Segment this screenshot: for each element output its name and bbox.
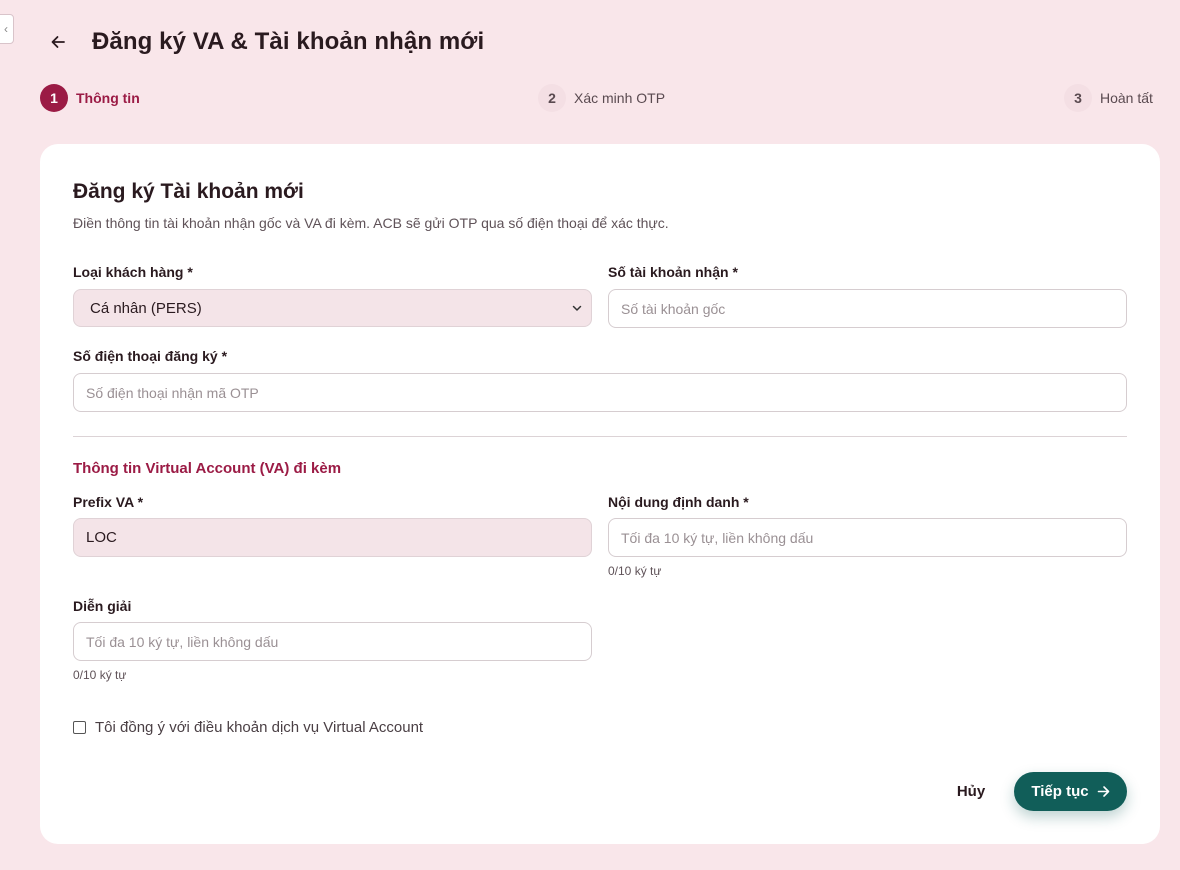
step-label: Hoàn tất bbox=[1100, 90, 1153, 106]
card-description: Điền thông tin tài khoản nhận gốc và VA … bbox=[73, 215, 669, 231]
step-info: 1 Thông tin bbox=[40, 84, 140, 112]
card-title: Đăng ký Tài khoản mới bbox=[73, 180, 304, 203]
section-divider bbox=[73, 436, 1127, 437]
phone-label: Số điện thoại đăng ký * bbox=[73, 348, 228, 364]
continue-label: Tiếp tục bbox=[1031, 783, 1089, 800]
page-header: Đăng ký VA & Tài khoản nhận mới bbox=[44, 24, 484, 60]
back-button[interactable] bbox=[44, 24, 72, 60]
terms-agreement: Tôi đồng ý với điều khoản dịch vụ Virtua… bbox=[73, 719, 423, 736]
terms-checkbox[interactable] bbox=[73, 721, 86, 734]
customer-type-label: Loại khách hàng * bbox=[73, 264, 193, 280]
chevron-left-icon: ‹ bbox=[4, 22, 8, 36]
customer-type-value: Cá nhân (PERS) bbox=[90, 299, 202, 317]
identifier-label: Nội dung định danh * bbox=[608, 494, 749, 510]
step-label: Thông tin bbox=[76, 90, 140, 106]
prefix-va-value: LOC bbox=[86, 529, 117, 546]
phone-input[interactable] bbox=[73, 373, 1127, 412]
chevron-down-icon bbox=[572, 305, 582, 311]
identifier-char-counter: 0/10 ký tự bbox=[608, 564, 662, 578]
step-label: Xác minh OTP bbox=[574, 90, 666, 106]
arrow-left-icon bbox=[51, 36, 65, 48]
stepper: 1 Thông tin 2 Xác minh OTP 3 Hoàn tất bbox=[40, 84, 1160, 112]
cancel-label: Hủy bbox=[956, 782, 986, 800]
step-number: 3 bbox=[1064, 84, 1092, 112]
description-input[interactable] bbox=[73, 622, 592, 661]
continue-button[interactable]: Tiếp tục bbox=[1014, 772, 1127, 811]
registration-card: Đăng ký Tài khoản mới Điền thông tin tài… bbox=[40, 144, 1160, 844]
customer-type-select[interactable]: Cá nhân (PERS) bbox=[73, 289, 592, 327]
step-number: 1 bbox=[40, 84, 68, 112]
page-title: Đăng ký VA & Tài khoản nhận mới bbox=[92, 28, 485, 55]
terms-label[interactable]: Tôi đồng ý với điều khoản dịch vụ Virtua… bbox=[95, 719, 423, 736]
step-number: 2 bbox=[538, 84, 566, 112]
step-complete: 3 Hoàn tất bbox=[1064, 84, 1153, 112]
va-section-title: Thông tin Virtual Account (VA) đi kèm bbox=[73, 460, 342, 477]
arrow-right-icon bbox=[1097, 786, 1109, 797]
cancel-button[interactable]: Hủy bbox=[946, 772, 996, 810]
prefix-va-label: Prefix VA * bbox=[73, 494, 144, 510]
description-char-counter: 0/10 ký tự bbox=[73, 668, 127, 682]
step-otp: 2 Xác minh OTP bbox=[538, 84, 665, 112]
account-number-label: Số tài khoản nhận * bbox=[608, 264, 738, 280]
description-label: Diễn giải bbox=[73, 598, 132, 614]
account-number-input[interactable] bbox=[608, 289, 1127, 328]
identifier-input[interactable] bbox=[608, 518, 1127, 557]
sidebar-toggle[interactable]: ‹ bbox=[0, 14, 14, 44]
prefix-va-field: LOC bbox=[73, 518, 592, 557]
